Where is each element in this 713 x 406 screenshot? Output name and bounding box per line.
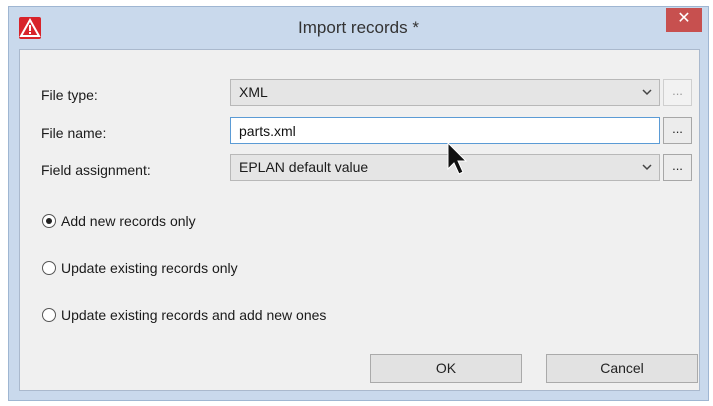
dialog-title: Import records * bbox=[298, 18, 419, 37]
radio-button[interactable] bbox=[42, 214, 56, 228]
cancel-button[interactable]: Cancel bbox=[546, 354, 698, 383]
radio-button[interactable] bbox=[42, 308, 56, 322]
dialog-content: File type: XML ... File name: ... Field … bbox=[19, 49, 700, 391]
chevron-down-icon bbox=[642, 164, 652, 171]
field-assignment-value: EPLAN default value bbox=[239, 159, 369, 175]
mouse-pointer-icon bbox=[447, 141, 468, 175]
file-name-label: File name: bbox=[41, 125, 107, 141]
option-label: Update existing records and add new ones bbox=[61, 307, 327, 323]
field-assignment-label: Field assignment: bbox=[41, 162, 151, 178]
option-label: Update existing records only bbox=[61, 260, 238, 276]
file-type-label: File type: bbox=[41, 87, 98, 103]
close-button[interactable]: ✕ bbox=[666, 8, 702, 32]
field-assignment-select[interactable]: EPLAN default value bbox=[230, 154, 660, 181]
file-name-browse-button[interactable]: ... bbox=[663, 117, 692, 144]
file-type-select[interactable]: XML bbox=[230, 79, 660, 106]
option-update-existing-records[interactable]: Update existing records only bbox=[42, 258, 238, 278]
ok-button[interactable]: OK bbox=[370, 354, 522, 383]
field-assignment-browse-button[interactable]: ... bbox=[663, 154, 692, 181]
option-add-new-records[interactable]: Add new records only bbox=[42, 211, 196, 231]
option-label: Add new records only bbox=[61, 213, 196, 229]
file-type-browse-button[interactable]: ... bbox=[663, 79, 692, 106]
radio-button[interactable] bbox=[42, 261, 56, 275]
chevron-down-icon bbox=[642, 89, 652, 96]
option-update-and-add-records[interactable]: Update existing records and add new ones bbox=[42, 305, 326, 325]
file-name-input[interactable] bbox=[230, 117, 660, 144]
file-type-value: XML bbox=[239, 84, 268, 100]
import-records-dialog: Import records * ✕ File type: XML ... Fi… bbox=[8, 6, 709, 401]
title-bar[interactable]: Import records * ✕ bbox=[9, 7, 708, 49]
